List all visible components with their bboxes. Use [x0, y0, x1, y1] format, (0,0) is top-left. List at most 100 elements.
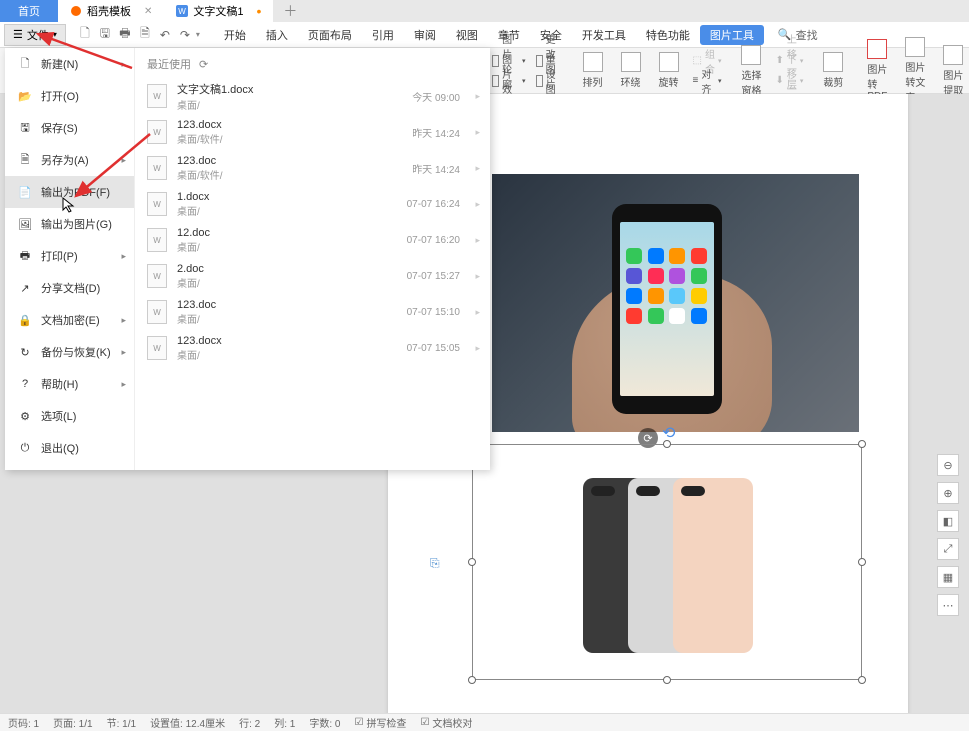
new-icon: 🗋: [17, 57, 33, 71]
recent-file-item[interactable]: W 文字文稿1.docx 桌面/ 今天 09:00 ▸: [135, 78, 490, 114]
image-float-toolbar: ⊖ ⊕ ◧ ⤢ ▦ ⋯: [937, 454, 961, 616]
image-iphones-back: [583, 463, 763, 668]
status-words[interactable]: 字数: 0: [309, 715, 340, 730]
ribbon-tab-picture-tools[interactable]: 图片工具: [700, 25, 764, 45]
qat-print-icon[interactable]: 🖶: [116, 26, 134, 44]
tab-document[interactable]: W 文字文稿1 •: [164, 0, 273, 22]
rotate-handle-icon[interactable]: ⟲: [662, 423, 672, 433]
float-fit[interactable]: ⤢: [937, 538, 959, 560]
ribbon-tab-review[interactable]: 审阅: [404, 22, 446, 48]
file-menu-button[interactable]: ☰ 文件 ▾: [4, 24, 66, 46]
resize-handle[interactable]: [858, 676, 866, 684]
recent-file-time: 07-07 15:05: [407, 343, 460, 354]
btn-pic-extract[interactable]: 图片提取: [937, 43, 969, 99]
menu-export-pdf[interactable]: 📄输出为PDF(F): [5, 176, 134, 208]
status-spell[interactable]: ☑拼写检查: [354, 715, 406, 730]
qat-dropdown-icon[interactable]: ▾: [196, 30, 200, 39]
recent-file-time: 07-07 16:20: [407, 235, 460, 246]
menu-encrypt[interactable]: 🔒文档加密(E)▸: [5, 304, 134, 336]
resize-handle[interactable]: [468, 558, 476, 566]
float-settings[interactable]: ▦: [937, 566, 959, 588]
down-icon: ⬇: [775, 75, 783, 86]
float-zoom-out[interactable]: ⊖: [937, 454, 959, 476]
menu-save-as[interactable]: 🗎另存为(A)▸: [5, 144, 134, 176]
btn-rotate[interactable]: 旋转: [653, 50, 685, 91]
chevron-right-icon: ▸: [475, 91, 480, 102]
resize-handle[interactable]: [663, 676, 671, 684]
phone-graphic: [612, 204, 722, 414]
pdf-icon: 📄: [17, 185, 33, 199]
recent-file-item[interactable]: W 123.docx 桌面/软件/ 昨天 14:24 ▸: [135, 114, 490, 150]
menu-save[interactable]: 🖫保存(S): [5, 112, 134, 144]
recent-file-item[interactable]: W 2.doc 桌面/ 07-07 15:27 ▸: [135, 258, 490, 294]
btn-crop[interactable]: 裁剪: [817, 50, 849, 91]
status-row[interactable]: 行: 2: [239, 715, 260, 730]
btn-reset-pic[interactable]: 重设图片: [534, 72, 565, 90]
ribbon-tab-view[interactable]: 视图: [446, 22, 488, 48]
image-iphone-hand[interactable]: [492, 174, 859, 432]
status-setval[interactable]: 设置值: 12.4厘米: [150, 715, 225, 730]
doc-icon: W: [147, 120, 167, 144]
tab-home[interactable]: 首页: [0, 0, 58, 22]
search-area[interactable]: 🔍 查找: [778, 27, 818, 43]
qat-new-icon[interactable]: 🗋: [76, 26, 94, 44]
recent-file-time: 07-07 15:10: [407, 307, 460, 318]
menu-share[interactable]: ↗分享文档(D): [5, 272, 134, 304]
ribbon-tab-features[interactable]: 特色功能: [636, 22, 700, 48]
qat-preview-icon[interactable]: 🗎: [136, 26, 154, 44]
resize-handle[interactable]: [858, 440, 866, 448]
btn-sel-pane[interactable]: 选择窗格: [735, 43, 767, 99]
recent-file-item[interactable]: W 123.doc 桌面/软件/ 昨天 14:24 ▸: [135, 150, 490, 186]
menu-backup[interactable]: ↻备份与恢复(K)▸: [5, 336, 134, 368]
recent-file-item[interactable]: W 123.docx 桌面/ 07-07 15:05 ▸: [135, 330, 490, 366]
align-icon: ≡: [693, 75, 699, 86]
ocr-icon: [905, 37, 925, 57]
reset-icon: [536, 75, 543, 87]
qat-redo-icon[interactable]: ↷: [176, 26, 194, 44]
float-crop[interactable]: ◧: [937, 510, 959, 532]
status-page-no[interactable]: 页码: 1: [8, 715, 39, 730]
tab-template[interactable]: 稻壳模板 ✕: [58, 0, 164, 22]
close-icon[interactable]: ✕: [144, 6, 152, 17]
status-section[interactable]: 节: 1/1: [107, 715, 136, 730]
refresh-icon[interactable]: ⟳: [199, 58, 208, 71]
ribbon-tab-insert[interactable]: 插入: [256, 22, 298, 48]
save-icon: 🖫: [17, 121, 33, 135]
btn-arrange[interactable]: 排列: [577, 50, 609, 91]
ribbon-tab-reference[interactable]: 引用: [362, 22, 404, 48]
btn-pic-effect[interactable]: 图片效果▾: [490, 72, 528, 90]
menu-options[interactable]: ⚙选项(L): [5, 400, 134, 432]
share-icon: ↗: [17, 281, 33, 295]
resize-handle[interactable]: [663, 440, 671, 448]
float-more[interactable]: ⋯: [937, 594, 959, 616]
ribbon-tab-page-layout[interactable]: 页面布局: [298, 22, 362, 48]
chevron-right-icon: ▸: [121, 155, 126, 166]
resize-handle[interactable]: [858, 558, 866, 566]
recent-file-item[interactable]: W 123.doc 桌面/ 07-07 15:10 ▸: [135, 294, 490, 330]
resize-handle[interactable]: [468, 676, 476, 684]
menu-help[interactable]: ?帮助(H)▸: [5, 368, 134, 400]
ribbon-tab-start[interactable]: 开始: [214, 22, 256, 48]
word-doc-icon: W: [176, 5, 188, 17]
recent-file-item[interactable]: W 1.docx 桌面/ 07-07 16:24 ▸: [135, 186, 490, 222]
recent-file-item[interactable]: W 12.doc 桌面/ 07-07 16:20 ▸: [135, 222, 490, 258]
status-proof[interactable]: ☑文档校对: [420, 715, 472, 730]
menu-exit[interactable]: ⏻退出(Q): [5, 432, 134, 464]
btn-move-down: ⬇下移一层▾: [773, 72, 805, 90]
btn-wrap[interactable]: 环绕: [615, 50, 647, 91]
ribbon-tab-dev-tools[interactable]: 开发工具: [572, 22, 636, 48]
status-page[interactable]: 页面: 1/1: [53, 715, 92, 730]
add-tab-button[interactable]: ＋: [273, 0, 307, 22]
btn-align[interactable]: ≡对齐▾: [691, 72, 724, 90]
qat-undo-icon[interactable]: ↶: [156, 26, 174, 44]
float-zoom-in[interactable]: ⊕: [937, 482, 959, 504]
image-selection-frame[interactable]: ⟲: [472, 444, 862, 680]
menu-print[interactable]: 🖶打印(P)▸: [5, 240, 134, 272]
chevron-right-icon: ▸: [121, 59, 126, 70]
menu-open[interactable]: 📂打开(O): [5, 80, 134, 112]
menu-export-image[interactable]: 🖼输出为图片(G): [5, 208, 134, 240]
qat-save-icon[interactable]: 🖫: [96, 26, 114, 44]
menu-new[interactable]: 🗋新建(N)▸: [5, 48, 134, 80]
recent-file-time: 昨天 14:24: [412, 125, 460, 140]
status-col[interactable]: 列: 1: [274, 715, 295, 730]
